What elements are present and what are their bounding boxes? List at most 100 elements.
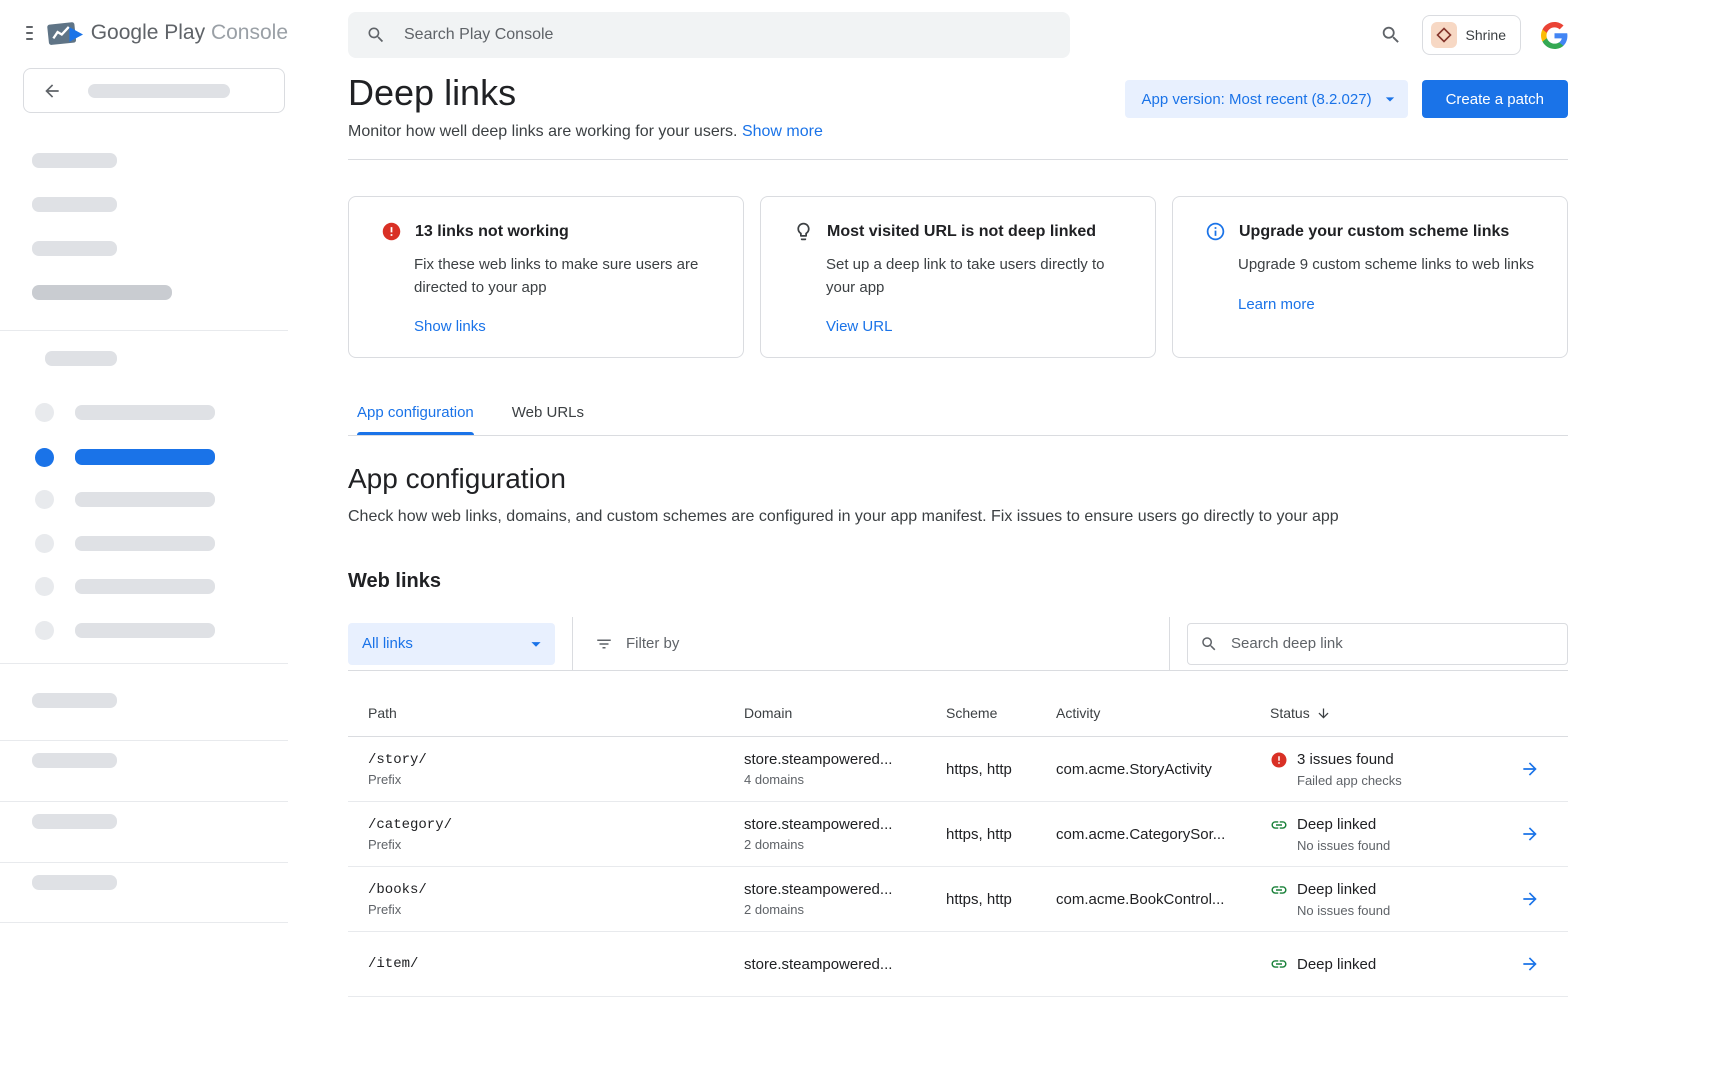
back-button[interactable] xyxy=(23,68,285,113)
app-switcher-label: Shrine xyxy=(1466,27,1506,43)
web-links-table: Path Domain Scheme Activity Status /stor… xyxy=(348,671,1568,997)
deep-link-path: /books/ xyxy=(368,882,744,898)
scheme: https, http xyxy=(946,826,1056,843)
google-account-icon[interactable] xyxy=(1541,22,1568,49)
status-label: Deep linked xyxy=(1297,816,1376,833)
section-description: Check how web links, domains, and custom… xyxy=(348,508,1568,526)
deep-link-search[interactable] xyxy=(1187,623,1568,665)
column-header-path: Path xyxy=(368,705,744,721)
topbar-right: Shrine xyxy=(1380,15,1568,55)
page-subtitle: Monitor how well deep links are working … xyxy=(348,123,823,141)
skeleton-bar xyxy=(32,197,117,212)
status-label: Deep linked xyxy=(1297,881,1376,898)
lightbulb-icon xyxy=(793,221,814,242)
page-title: Deep links xyxy=(348,72,823,113)
table-row[interactable]: /story/ Prefix store.steampowered... 4 d… xyxy=(348,737,1568,802)
deep-link-path: /category/ xyxy=(368,817,744,833)
skeleton-circle xyxy=(35,577,54,596)
search-icon xyxy=(1200,635,1218,653)
learn-more-link[interactable]: Learn more xyxy=(1238,296,1545,313)
skeleton-bar xyxy=(75,405,215,420)
global-search-bar[interactable] xyxy=(348,12,1070,58)
logo-text: Google Play Console xyxy=(91,21,288,45)
domain: store.steampowered... xyxy=(744,816,946,833)
skeleton-circle xyxy=(35,621,54,640)
activity: com.acme.CategorySor... xyxy=(1056,826,1270,843)
sidebar-item-active[interactable] xyxy=(75,449,215,465)
skeleton-circle xyxy=(35,534,54,553)
skeleton-bar xyxy=(32,285,172,300)
table-header-row: Path Domain Scheme Activity Status xyxy=(348,671,1568,737)
skeleton-circle xyxy=(35,403,54,422)
filter-by-button[interactable]: Filter by xyxy=(595,635,679,653)
menu-icon[interactable] xyxy=(26,21,33,45)
web-links-heading: Web links xyxy=(348,570,1568,593)
divider xyxy=(0,330,288,331)
row-detail-arrow[interactable] xyxy=(1520,889,1568,909)
divider xyxy=(0,740,288,741)
table-row[interactable]: /books/ Prefix store.steampowered... 2 d… xyxy=(348,867,1568,932)
divider xyxy=(0,801,288,802)
card-body: Set up a deep link to take users directl… xyxy=(826,254,1126,299)
chevron-down-icon xyxy=(1380,89,1400,109)
back-arrow-icon xyxy=(42,81,62,101)
domain-count: 4 domains xyxy=(744,772,946,787)
scheme: https, http xyxy=(946,761,1056,778)
scheme: https, http xyxy=(946,891,1056,908)
shrine-app-icon xyxy=(1431,22,1457,48)
error-icon xyxy=(1270,751,1288,769)
view-url-link[interactable]: View URL xyxy=(826,318,1133,335)
app-version-dropdown[interactable]: App version: Most recent (8.2.027) xyxy=(1125,80,1407,118)
row-detail-arrow[interactable] xyxy=(1520,824,1568,844)
divider xyxy=(1169,617,1170,671)
create-patch-button[interactable]: Create a patch xyxy=(1422,80,1568,118)
sidebar-header: Google Play Console xyxy=(0,0,288,48)
show-more-link[interactable]: Show more xyxy=(742,123,823,140)
row-detail-arrow[interactable] xyxy=(1520,759,1568,779)
app-switcher-chip[interactable]: Shrine xyxy=(1422,15,1521,55)
active-nav-icon xyxy=(35,448,54,467)
section-heading: App configuration xyxy=(348,463,1568,495)
column-header-status[interactable]: Status xyxy=(1270,705,1520,721)
table-row[interactable]: /item/ store.steampowered... Deep linked xyxy=(348,932,1568,997)
skeleton-bar xyxy=(32,875,117,890)
activity: com.acme.BookControl... xyxy=(1056,891,1270,908)
search-icon xyxy=(366,25,386,45)
domain: store.steampowered... xyxy=(744,881,946,898)
tab-app-configuration[interactable]: App configuration xyxy=(357,404,474,435)
tab-web-urls[interactable]: Web URLs xyxy=(512,404,584,435)
status-label: 3 issues found xyxy=(1297,751,1394,768)
global-search-input[interactable] xyxy=(402,25,1052,45)
deep-link-search-input[interactable] xyxy=(1229,634,1555,653)
links-filter-dropdown[interactable]: All links xyxy=(348,623,555,665)
divider xyxy=(572,617,573,671)
card-title: Most visited URL is not deep linked xyxy=(827,223,1096,241)
error-icon xyxy=(381,221,402,242)
search-icon-button[interactable] xyxy=(1380,24,1402,46)
divider xyxy=(0,922,288,923)
table-row[interactable]: /category/ Prefix store.steampowered... … xyxy=(348,802,1568,867)
divider xyxy=(0,862,288,863)
domain: store.steampowered... xyxy=(744,956,946,973)
show-links-link[interactable]: Show links xyxy=(414,318,721,335)
skeleton-bar xyxy=(75,536,215,551)
status-label: Deep linked xyxy=(1297,956,1376,973)
link-icon xyxy=(1270,816,1288,834)
sidebar: Google Play Console xyxy=(0,0,288,1080)
skeleton-bar xyxy=(75,579,215,594)
card-body: Upgrade 9 custom scheme links to web lin… xyxy=(1238,254,1538,277)
skeleton-bar xyxy=(32,814,117,829)
domain: store.steampowered... xyxy=(744,751,946,768)
deep-link-path: /item/ xyxy=(368,956,744,972)
path-type: Prefix xyxy=(368,902,744,917)
sort-descending-icon xyxy=(1316,706,1331,721)
skeleton-bar xyxy=(32,241,117,256)
domain-count: 2 domains xyxy=(744,837,946,852)
play-console-logo[interactable]: Google Play Console xyxy=(47,18,288,48)
status-detail: Failed app checks xyxy=(1297,773,1520,788)
row-detail-arrow[interactable] xyxy=(1520,954,1568,974)
card-title: Upgrade your custom scheme links xyxy=(1239,223,1509,241)
filter-bar: All links Filter by xyxy=(348,617,1568,671)
skeleton-bar xyxy=(45,351,117,366)
tab-bar: App configuration Web URLs xyxy=(348,404,1568,436)
